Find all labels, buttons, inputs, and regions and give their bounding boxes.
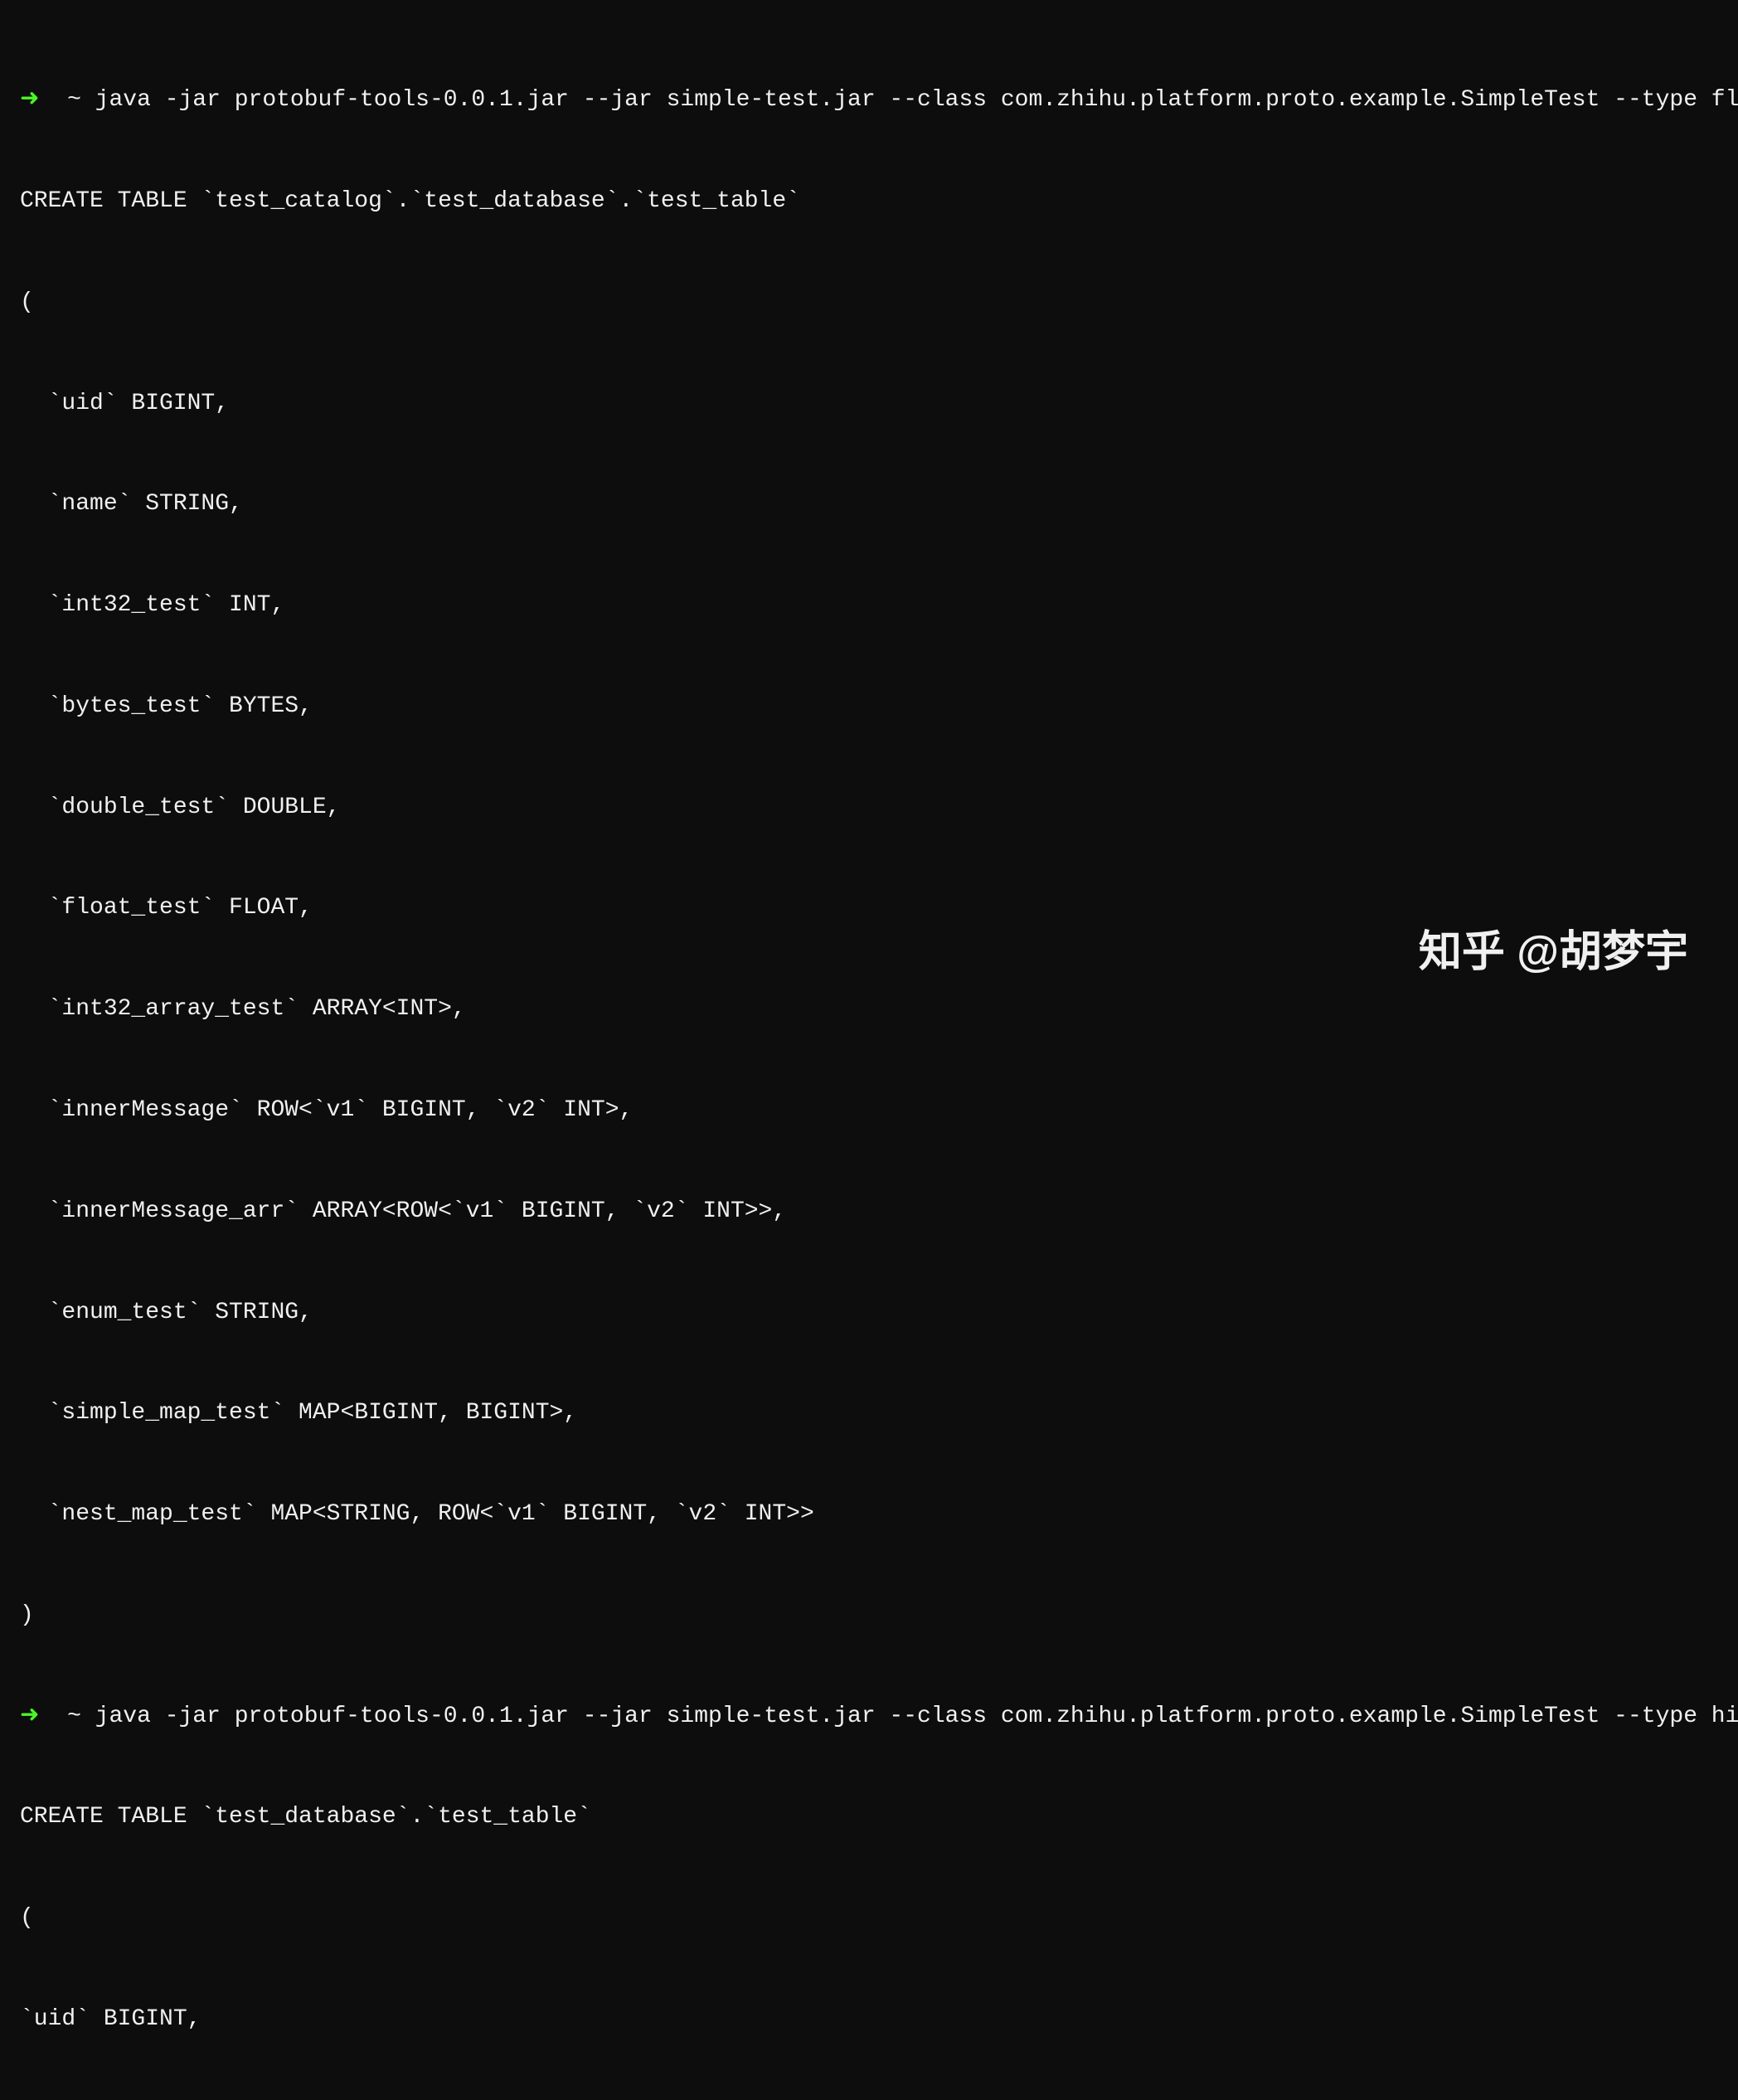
field-uid: `uid` BIGINT, — [20, 387, 1718, 421]
field-enum-test: `enum_test` STRING, — [20, 1296, 1718, 1330]
field-int32-array: `int32_array_test` ARRAY<INT>, — [20, 993, 1718, 1027]
close-paren-1: ) — [20, 1599, 1718, 1633]
field-bytes-test: `bytes_test` BYTES, — [20, 690, 1718, 724]
hive-field-uid: `uid` BIGINT, — [20, 2003, 1718, 2037]
open-paren-2: ( — [20, 1902, 1718, 1936]
field-simple-map: `simple_map_test` MAP<BIGINT, BIGINT>, — [20, 1397, 1718, 1431]
terminal-content: ➜ ~ java -jar protobuf-tools-0.0.1.jar -… — [20, 17, 1718, 2100]
prompt-command-1: ~ java -jar protobuf-tools-0.0.1.jar --j… — [39, 87, 1738, 113]
create-table-line-1: CREATE TABLE `test_catalog`.`test_databa… — [20, 185, 1718, 219]
field-nest-map: `nest_map_test` MAP<STRING, ROW<`v1` BIG… — [20, 1498, 1718, 1532]
field-int32-test: `int32_test` INT, — [20, 589, 1718, 623]
command-line-1: ➜ ~ java -jar protobuf-tools-0.0.1.jar -… — [20, 84, 1718, 118]
prompt-arrow-1: ➜ — [20, 87, 39, 113]
field-inner-message: `innerMessage` ROW<`v1` BIGINT, `v2` INT… — [20, 1094, 1718, 1128]
terminal-window: ➜ ~ java -jar protobuf-tools-0.0.1.jar -… — [0, 0, 1738, 1050]
prompt-command-2: ~ java -jar protobuf-tools-0.0.1.jar --j… — [39, 1704, 1738, 1729]
field-name: `name` STRING, — [20, 488, 1718, 522]
prompt-arrow-2: ➜ — [20, 1704, 39, 1729]
command-line-2: ➜ ~ java -jar protobuf-tools-0.0.1.jar -… — [20, 1700, 1718, 1734]
field-inner-message-arr: `innerMessage_arr` ARRAY<ROW<`v1` BIGINT… — [20, 1195, 1718, 1229]
field-double-test: `double_test` DOUBLE, — [20, 791, 1718, 825]
open-paren-1: ( — [20, 286, 1718, 320]
watermark: 知乎 @胡梦宇 — [1419, 921, 1688, 984]
create-table-line-2: CREATE TABLE `test_database`.`test_table… — [20, 1801, 1718, 1835]
